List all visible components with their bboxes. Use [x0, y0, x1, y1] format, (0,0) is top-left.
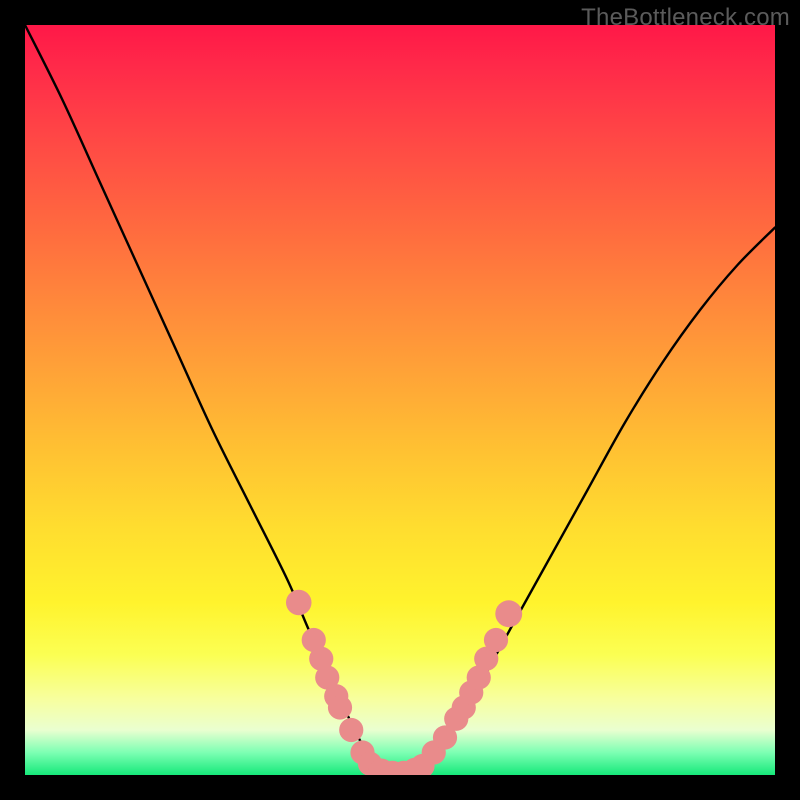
- data-marker: [495, 600, 522, 627]
- data-marker: [328, 695, 352, 719]
- curve-path: [25, 25, 775, 775]
- watermark-text: TheBottleneck.com: [581, 4, 790, 32]
- data-marker: [339, 718, 363, 742]
- plot-area: [25, 25, 775, 775]
- data-marker: [286, 590, 312, 616]
- data-marker: [484, 628, 508, 652]
- bottleneck-curve: [25, 25, 775, 775]
- chart-frame: TheBottleneck.com: [0, 0, 800, 800]
